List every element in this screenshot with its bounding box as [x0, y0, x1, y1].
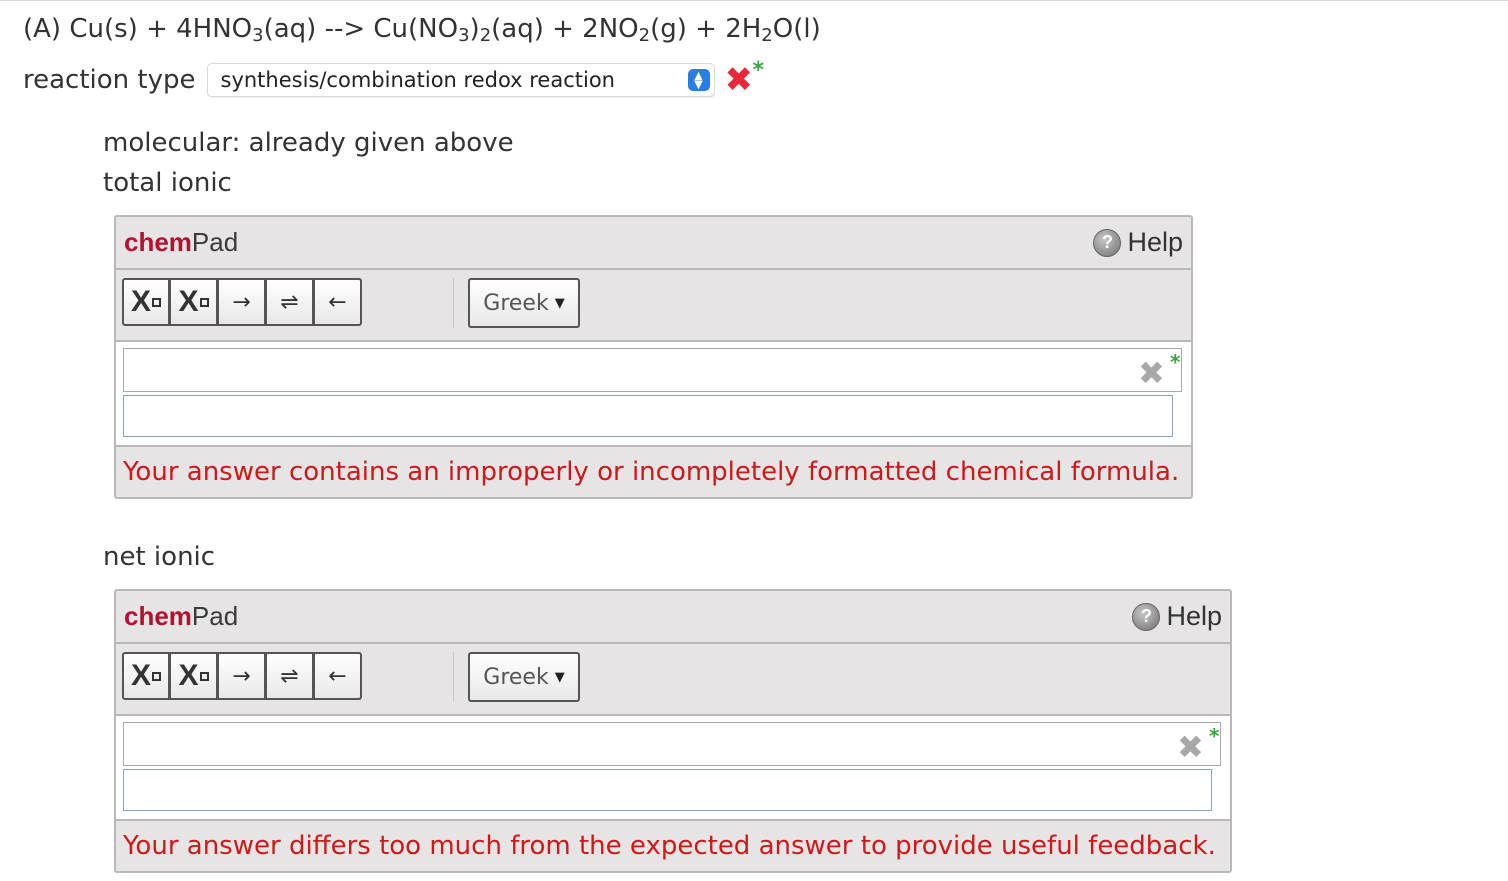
chempad-toolbar: X X → ⇌ ← Greek ▼	[116, 270, 1191, 342]
help-link[interactable]: ? Help	[1093, 227, 1183, 258]
superscript-button[interactable]: X	[170, 652, 218, 700]
chempad-header: chemPad ? Help	[116, 591, 1230, 644]
chempad-input-area: ✖ *	[116, 716, 1230, 821]
chempad-net-ionic: chemPad ? Help X X → ⇌ ← Greek ▼ ✖ * Your …	[114, 589, 1232, 873]
select-updown-icon: ▲ ▼	[687, 69, 710, 91]
chempad-logo: chemPad	[124, 227, 239, 257]
superscript-button[interactable]: X	[170, 278, 218, 326]
arrow-left-button[interactable]: ←	[314, 652, 362, 700]
subscript-button[interactable]: X	[122, 652, 170, 700]
chempad-input-area: ✖ *	[116, 342, 1191, 447]
reaction-type-status: ✖ *	[724, 58, 769, 100]
caret-down-icon: ▼	[554, 669, 565, 685]
greek-dropdown[interactable]: Greek ▼	[468, 652, 580, 702]
equilibrium-arrow-button[interactable]: ⇌	[266, 278, 314, 326]
arrow-right-button[interactable]: →	[218, 652, 266, 700]
net-ionic-answer-input[interactable]	[123, 722, 1221, 766]
chempad-header: chemPad ? Help	[116, 217, 1191, 270]
help-link[interactable]: ? Help	[1132, 601, 1222, 632]
reaction-type-select[interactable]: synthesis/combination redox reaction ▲ ▼	[206, 63, 715, 97]
molecular-label: molecular: already given above	[103, 128, 514, 158]
toolbar-separator	[453, 278, 454, 328]
arrow-right-button[interactable]: →	[218, 278, 266, 326]
caret-down-icon: ▼	[554, 295, 565, 311]
help-question-icon: ?	[1093, 228, 1122, 257]
incorrect-x-icon: ✖	[724, 60, 754, 100]
reaction-type-label: reaction type	[23, 65, 196, 95]
chempad-toolbar: X X → ⇌ ← Greek ▼	[116, 644, 1230, 716]
net-ionic-feedback: Your answer differs too much from the ex…	[123, 831, 1216, 861]
subscript-button[interactable]: X	[122, 278, 170, 326]
required-star-icon: *	[1209, 724, 1220, 748]
reaction-type-selected-value: synthesis/combination redox reaction	[220, 68, 616, 92]
clear-x-icon[interactable]: ✖	[1138, 354, 1165, 392]
reaction-equation: (A) Cu(s) + 4HNO3(aq) --> Cu(NO3)2(aq) +…	[23, 14, 821, 46]
total-ionic-preview-field	[123, 395, 1173, 437]
required-star-icon: *	[752, 58, 765, 83]
required-star-icon: *	[1170, 350, 1181, 374]
total-ionic-label: total ionic	[103, 168, 232, 198]
help-question-icon: ?	[1132, 602, 1161, 631]
chempad-logo: chemPad	[124, 601, 239, 631]
equilibrium-arrow-button[interactable]: ⇌	[266, 652, 314, 700]
toolbar-separator	[453, 652, 454, 702]
top-divider	[0, 0, 1508, 1]
reaction-type-row: reaction type synthesis/combination redo…	[23, 58, 769, 100]
net-ionic-label: net ionic	[103, 542, 216, 572]
total-ionic-feedback: Your answer contains an improperly or in…	[123, 457, 1180, 487]
greek-dropdown[interactable]: Greek ▼	[468, 278, 580, 328]
net-ionic-preview-field	[123, 769, 1212, 811]
clear-x-icon[interactable]: ✖	[1177, 728, 1204, 766]
total-ionic-answer-input[interactable]	[123, 348, 1182, 392]
arrow-left-button[interactable]: ←	[314, 278, 362, 326]
chempad-total-ionic: chemPad ? Help X X → ⇌ ← Greek ▼ ✖ * Your …	[114, 215, 1193, 499]
